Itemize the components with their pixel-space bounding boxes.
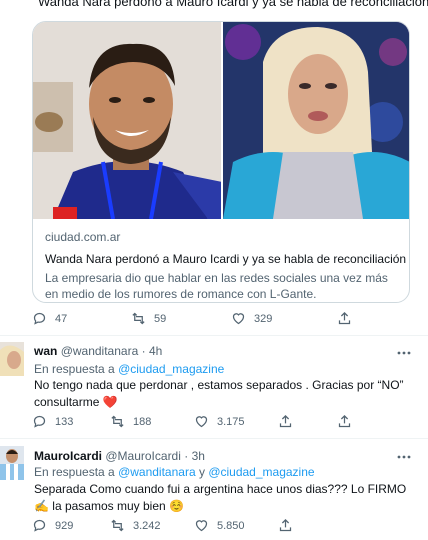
reply-header: MauroIcardi @MauroIcardi · 3h [34, 449, 205, 463]
retweet-count: 59 [154, 312, 167, 325]
reply-icon [33, 312, 46, 325]
share-button[interactable] [278, 414, 293, 429]
red-heart-emoji: ❤️ [102, 395, 118, 409]
retweet-button[interactable]: 3.242 [110, 518, 161, 533]
in-reply-label: En respuesta a [34, 465, 115, 479]
card-description: La empresaria dio que hablar en las rede… [45, 271, 388, 301]
quoted-headline: Wanda Nara perdonó a Mauro Icardi y ya s… [38, 0, 428, 9]
retweet-icon [132, 312, 145, 325]
mention-link[interactable]: @ciudad_magazine [118, 362, 224, 376]
retweet-icon [111, 415, 124, 428]
retweet-icon [111, 519, 124, 532]
heart-icon [195, 520, 208, 532]
avatar[interactable] [0, 342, 24, 376]
share-button[interactable] [337, 414, 352, 429]
share-button[interactable] [278, 518, 293, 533]
in-reply-to: En respuesta a @ciudad_magazine [34, 362, 224, 376]
card-image-woman [222, 22, 409, 219]
reply-body: No tengo nada que perdonar , estamos sep… [34, 378, 404, 409]
in-reply-to: En respuesta a @wanditanara y @ciudad_ma… [34, 465, 315, 479]
share-icon [338, 414, 351, 428]
like-button[interactable]: 3.175 [194, 414, 245, 429]
reply-icon [33, 415, 46, 428]
reply-text: No tengo nada que perdonar , estamos sep… [34, 377, 414, 411]
separator-dot: · [141, 344, 146, 358]
user-handle[interactable]: @MauroIcardi [105, 449, 181, 463]
timestamp[interactable]: 4h [149, 344, 162, 358]
user-handle[interactable]: @wanditanara [61, 344, 139, 358]
card-text-block: ciudad.com.ar Wanda Nara perdonó a Mauro… [45, 229, 407, 302]
retweet-button[interactable]: 188 [110, 414, 151, 429]
reply-icon [33, 519, 46, 532]
reply-count: 929 [55, 519, 74, 532]
reply-button[interactable]: 133 [32, 414, 73, 429]
heart-icon [195, 416, 208, 428]
mention-link[interactable]: @ciudad_magazine [208, 465, 314, 479]
tweet-divider [0, 335, 428, 336]
reply-button[interactable]: 929 [32, 518, 73, 533]
share-icon [279, 518, 292, 532]
card-title: Wanda Nara perdonó a Mauro Icardi y ya s… [45, 252, 407, 266]
share-icon [338, 311, 351, 325]
like-button[interactable]: 329 [231, 311, 272, 326]
retweet-count: 3.242 [133, 519, 161, 532]
like-count: 5.850 [217, 519, 245, 532]
in-reply-and: y [198, 465, 205, 479]
card-domain: ciudad.com.ar [45, 230, 121, 244]
avatar[interactable] [0, 446, 24, 480]
tweet-divider [0, 438, 428, 439]
reply-header: wan @wanditanara · 4h [34, 344, 162, 358]
link-preview-card[interactable]: ciudad.com.ar Wanda Nara perdonó a Mauro… [32, 21, 410, 303]
like-button[interactable]: 5.850 [194, 518, 245, 533]
in-reply-label: En respuesta a [34, 362, 115, 376]
reply-count: 133 [55, 415, 74, 428]
card-image-grid[interactable] [33, 22, 409, 219]
like-count: 329 [254, 312, 273, 325]
more-options-icon[interactable] [396, 452, 412, 462]
mention-link[interactable]: @wanditanara [118, 465, 196, 479]
card-image-man [33, 22, 221, 219]
share-button[interactable] [337, 311, 352, 326]
retweet-count: 188 [133, 415, 152, 428]
display-name[interactable]: wan [34, 344, 57, 358]
more-options-icon[interactable] [396, 348, 412, 358]
heart-icon [232, 313, 245, 325]
reply-count: 47 [55, 312, 68, 325]
reply-button[interactable]: 47 [32, 311, 67, 326]
separator-dot: · [184, 449, 189, 463]
timestamp[interactable]: 3h [192, 449, 205, 463]
display-name[interactable]: MauroIcardi [34, 449, 102, 463]
like-count: 3.175 [217, 415, 245, 428]
share-icon [279, 414, 292, 428]
retweet-button[interactable]: 59 [131, 311, 166, 326]
reply-text: Separada Como cuando fui a argentina hac… [34, 482, 407, 513]
